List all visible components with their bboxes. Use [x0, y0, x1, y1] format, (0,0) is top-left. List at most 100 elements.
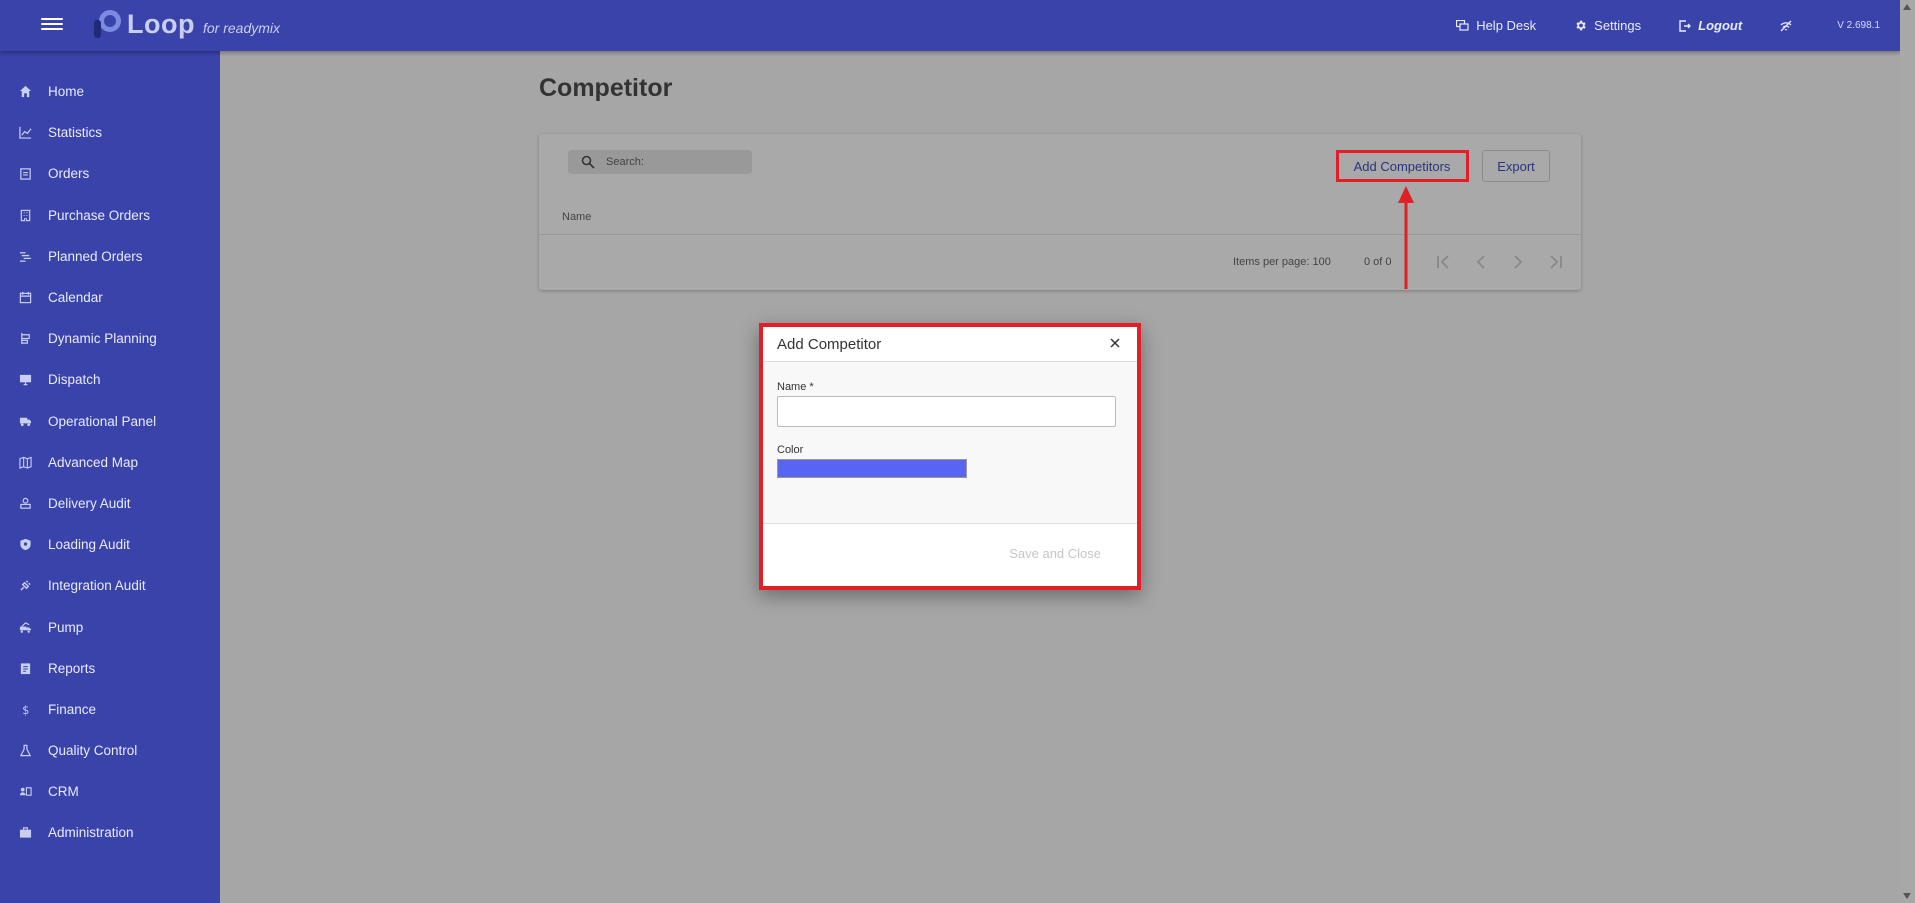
pump-icon — [19, 621, 32, 633]
search-icon — [581, 155, 595, 169]
home-icon — [19, 86, 32, 98]
sidebar-item-operational-panel[interactable]: Operational Panel — [0, 401, 220, 442]
dialog-footer: Save and Close — [763, 523, 1137, 586]
dialog-body: Name * Color — [763, 362, 1137, 523]
sidebar-item-crm[interactable]: CRM — [0, 771, 220, 812]
sidebar-item-quality-control[interactable]: Quality Control — [0, 730, 220, 771]
name-field[interactable] — [777, 396, 1116, 427]
sidebar-item-administration[interactable]: Administration — [0, 812, 220, 853]
export-button[interactable]: Export — [1482, 150, 1550, 182]
sidebar-item-label: Operational Panel — [48, 413, 157, 429]
name-field-label: Name * — [777, 381, 814, 393]
briefcase-icon — [19, 827, 32, 839]
sidebar-item-label: Reports — [48, 660, 96, 676]
sidebar-item-loading-audit[interactable]: Loading Audit — [0, 524, 220, 565]
sidebar-item-label: Finance — [48, 701, 97, 717]
next-page-icon[interactable] — [1506, 250, 1530, 274]
sidebar-item-statistics[interactable]: Statistics — [0, 112, 220, 153]
sidebar-item-home[interactable]: Home — [0, 71, 220, 112]
page-range-label: 0 of 0 — [1364, 256, 1392, 268]
sidebar-item-delivery-audit[interactable]: Delivery Audit — [0, 483, 220, 524]
dialog-header: Add Competitor — [763, 327, 1137, 362]
sidebar-item-reports[interactable]: Reports — [0, 648, 220, 689]
sidebar-item-label: Calendar — [48, 290, 103, 306]
first-page-icon[interactable] — [1431, 250, 1455, 274]
save-and-close-button[interactable]: Save and Close — [1009, 546, 1101, 561]
sidebar-item-purchase-orders[interactable]: Purchase Orders — [0, 195, 220, 236]
search-input[interactable]: Search: — [568, 150, 752, 174]
top-app-bar: Loop for readymix Help Desk Settings Log… — [0, 0, 1900, 51]
loop-logo-icon — [93, 8, 123, 40]
last-page-icon[interactable] — [1544, 250, 1568, 274]
page-title: Competitor — [539, 74, 673, 102]
signal-off-icon — [1780, 20, 1792, 31]
sidebar-item-advanced-map[interactable]: Advanced Map — [0, 442, 220, 483]
sidebar-item-dynamic-planning[interactable]: Dynamic Planning — [0, 318, 220, 359]
page-scrollbar[interactable] — [1900, 0, 1915, 903]
truck-icon — [19, 417, 32, 426]
sidebar-item-planned-orders[interactable]: Planned Orders — [0, 236, 220, 277]
competitor-table-card: Search: Add Competitors Export Name Item… — [539, 134, 1581, 290]
annotation-arrow-icon — [1398, 186, 1414, 289]
sidebar-item-label: Purchase Orders — [48, 207, 151, 223]
sidebar-item-dispatch[interactable]: Dispatch — [0, 359, 220, 400]
app-version: V 2.698.1 — [1837, 20, 1880, 31]
clipboard-icon — [20, 168, 31, 181]
dollar-icon: $ — [22, 704, 29, 716]
sidebar-item-label: Advanced Map — [48, 454, 139, 470]
monitor-icon — [19, 375, 32, 386]
help-desk-label: Help Desk — [1476, 18, 1537, 33]
chat-icon — [1456, 19, 1469, 31]
shield-icon — [20, 539, 31, 551]
sidebar-item-integration-audit[interactable]: Integration Audit — [0, 565, 220, 606]
sidebar-item-label: Quality Control — [48, 743, 138, 759]
gear-icon — [1576, 20, 1586, 31]
connection-status-icon[interactable] — [1780, 20, 1799, 32]
help-desk-button[interactable]: Help Desk — [1456, 18, 1536, 33]
sidebar-item-label: Statistics — [48, 125, 103, 141]
sidebar-item-label: Orders — [48, 166, 90, 182]
chart-line-icon — [19, 127, 32, 139]
logout-button[interactable]: Logout — [1679, 18, 1742, 33]
building-icon — [20, 209, 31, 221]
sidebar-item-label: Administration — [48, 825, 134, 841]
sidebar-item-label: Dispatch — [48, 372, 101, 388]
add-competitor-dialog: Add Competitor Name * Color Save and Clo… — [763, 327, 1137, 586]
sidebar-item-orders[interactable]: Orders — [0, 153, 220, 194]
sidebar-nav: Home Statistics Orders Purchase Orders P… — [0, 51, 220, 903]
paginator: Items per page: 100 0 of 0 — [539, 234, 1581, 290]
brand-name: Loop — [127, 8, 195, 39]
close-icon[interactable] — [1107, 335, 1123, 351]
logout-label: Logout — [1698, 18, 1743, 33]
add-competitors-button[interactable]: Add Competitors — [1337, 150, 1467, 182]
sidebar-item-label: CRM — [48, 784, 79, 800]
planning-icon — [21, 333, 30, 345]
sidebar-item-pump[interactable]: Pump — [0, 606, 220, 647]
contacts-icon — [19, 787, 32, 797]
sidebar-item-label: Home — [48, 84, 85, 100]
settings-button[interactable]: Settings — [1574, 18, 1641, 33]
svg-text:$: $ — [22, 704, 29, 716]
flask-icon — [19, 744, 32, 757]
sidebar-item-label: Integration Audit — [48, 578, 146, 594]
sidebar-item-finance[interactable]: $ Finance — [0, 689, 220, 730]
logout-icon — [1679, 19, 1692, 32]
report-icon — [20, 663, 31, 674]
sidebar-item-calendar[interactable]: Calendar — [0, 277, 220, 318]
column-header-name[interactable]: Name — [562, 211, 591, 223]
sidebar-item-label: Loading Audit — [48, 537, 130, 553]
sidebar-item-label: Planned Orders — [48, 248, 143, 264]
color-picker[interactable] — [777, 459, 967, 478]
map-icon — [19, 456, 32, 469]
calendar-icon — [19, 291, 32, 304]
items-per-page[interactable]: Items per page: 100 — [1233, 256, 1331, 268]
settings-label: Settings — [1594, 18, 1642, 33]
sidebar-item-label: Pump — [48, 619, 84, 635]
hamburger-menu-icon[interactable] — [41, 15, 63, 35]
previous-page-icon[interactable] — [1469, 250, 1493, 274]
brand-logo[interactable]: Loop for readymix — [93, 8, 280, 40]
search-label: Search: — [606, 156, 644, 168]
sidebar-item-label: Dynamic Planning — [48, 331, 157, 347]
sidebar-item-label: Delivery Audit — [48, 495, 131, 511]
brand-subtitle: for readymix — [202, 20, 281, 36]
